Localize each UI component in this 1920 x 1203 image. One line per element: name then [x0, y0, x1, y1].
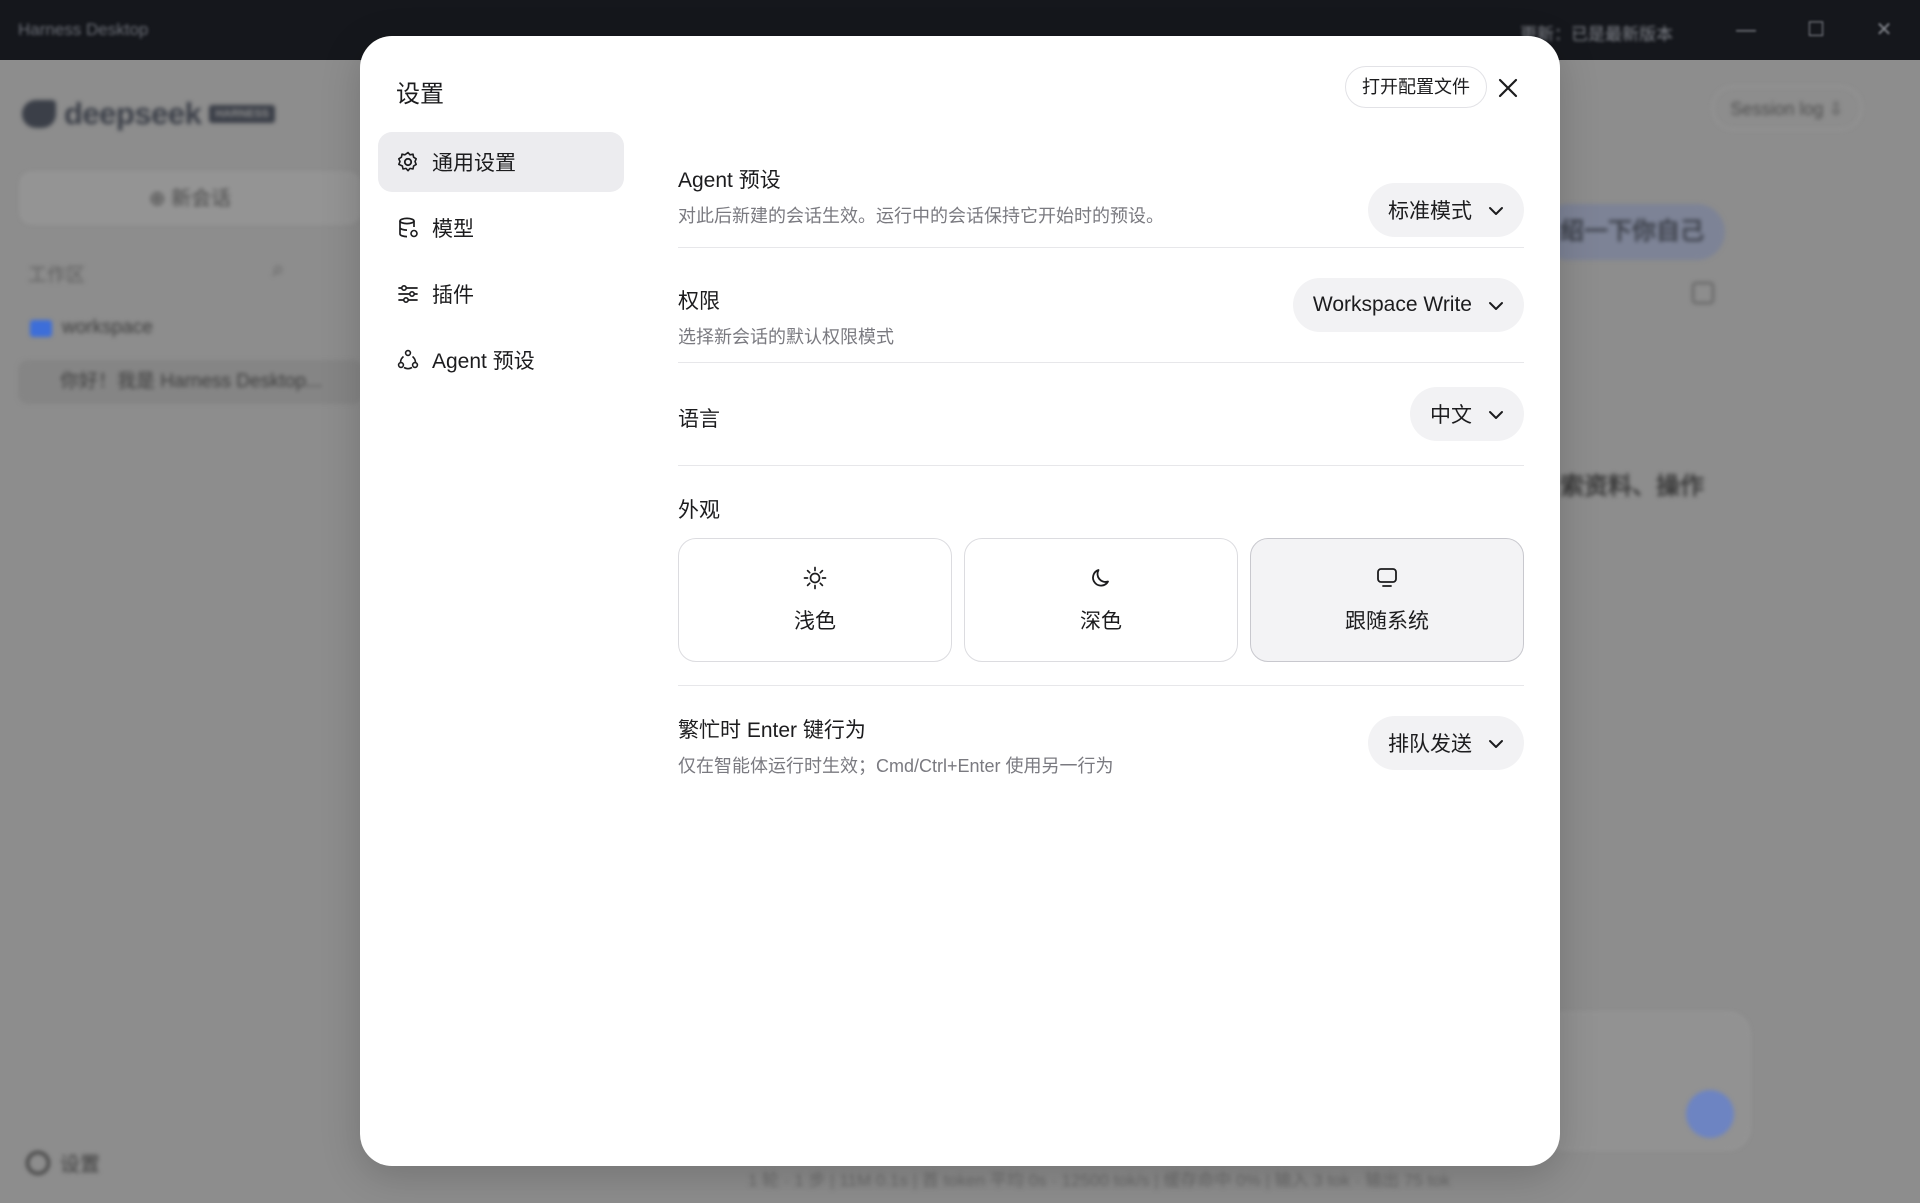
- brand-word: deepseek: [64, 96, 202, 131]
- close-icon[interactable]: [1492, 72, 1524, 104]
- new-chat-button: ⊕ 新会话: [20, 172, 360, 224]
- permissions-select[interactable]: Workspace Write: [1292, 278, 1524, 332]
- busy-enter-select[interactable]: 排队发送: [1368, 716, 1524, 770]
- database-icon: [396, 216, 420, 240]
- select-value: 排队发送: [1388, 733, 1472, 756]
- settings-modal: 设置 打开配置文件 通用设置 模型 插件 Agent 预设 Agent 预设 对…: [360, 36, 1560, 1166]
- setting-busy-enter: 繁忙时 Enter 键行为 仅在智能体运行时生效；Cmd/Ctrl+Enter …: [678, 686, 1524, 806]
- search-icon: ⌕: [272, 256, 285, 281]
- window-close-icon: ✕: [1875, 19, 1893, 41]
- brand-tag: HARNESS: [209, 105, 276, 123]
- setting-permissions: 权限 选择新会话的默认权限模式 Workspace Write: [678, 248, 1524, 363]
- gear-icon: [396, 150, 420, 174]
- agent-preset-select[interactable]: 标准模式: [1368, 183, 1524, 237]
- nav-item-general[interactable]: 通用设置: [378, 132, 624, 192]
- user-message-bubble: 绍一下你自己: [1540, 204, 1725, 260]
- sliders-icon: [396, 282, 420, 306]
- theme-option-label: 跟随系统: [1345, 610, 1429, 633]
- nav-item-label: 模型: [432, 218, 474, 241]
- session-log-button: Session log ⇩: [1712, 86, 1862, 130]
- settings-nav: 通用设置 模型 插件 Agent 预设: [378, 132, 624, 396]
- setting-agent-preset: Agent 预设 对此后新建的会话生效。运行中的会话保持它开始时的预设。 标准模…: [678, 132, 1524, 248]
- select-value: 中文: [1430, 404, 1472, 427]
- window-title: Harness Desktop: [18, 20, 149, 39]
- theme-dark-option[interactable]: 深色: [964, 538, 1238, 662]
- setting-appearance: 外观 浅色 深色 跟随系统: [678, 466, 1524, 686]
- chevron-down-icon: [1488, 731, 1504, 755]
- theme-system-option[interactable]: 跟随系统: [1250, 538, 1524, 662]
- gear-icon: [26, 1150, 50, 1175]
- nav-item-plugins[interactable]: 插件: [378, 264, 624, 324]
- setting-label: 外观: [678, 499, 720, 522]
- send-button: [1686, 1090, 1734, 1138]
- chevron-down-icon: [1488, 402, 1504, 426]
- whale-logo-icon: [22, 100, 56, 128]
- agent-nodes-icon: [396, 348, 420, 372]
- chevron-down-icon: [1488, 293, 1504, 317]
- theme-option-label: 浅色: [794, 610, 836, 633]
- theme-light-option[interactable]: 浅色: [678, 538, 952, 662]
- brand-logo: deepseek HARNESS: [22, 96, 276, 132]
- theme-options: 浅色 深色 跟随系统: [678, 538, 1524, 662]
- sidebar-settings-label: 设置: [60, 1154, 100, 1176]
- workspace-folder-label: workspace: [62, 317, 153, 338]
- open-config-file-button[interactable]: 打开配置文件: [1345, 66, 1487, 108]
- folder-icon: [30, 319, 52, 337]
- maximize-icon: ☐: [1807, 19, 1825, 41]
- sidebar-settings: 设置: [26, 1148, 100, 1177]
- setting-language: 语言 中文: [678, 363, 1524, 466]
- assistant-message-snippet: 索资料、操作: [1560, 473, 1704, 500]
- modal-title: 设置: [396, 81, 444, 108]
- nav-item-label: 插件: [432, 284, 474, 307]
- copy-icon: [1692, 282, 1714, 304]
- status-bar: 1 轮 · 1 步 | 11M 0.1s | 首 token 平均 0s · 1…: [748, 1171, 1451, 1190]
- language-select[interactable]: 中文: [1410, 387, 1524, 441]
- theme-option-label: 深色: [1080, 610, 1122, 633]
- settings-content: Agent 预设 对此后新建的会话生效。运行中的会话保持它开始时的预设。 标准模…: [678, 132, 1524, 806]
- sun-icon: [802, 565, 828, 597]
- nav-item-agent-presets[interactable]: Agent 预设: [378, 330, 624, 390]
- select-value: 标准模式: [1388, 200, 1472, 223]
- workspace-section-label: 工作区: [28, 265, 86, 286]
- minimize-icon: —: [1736, 19, 1756, 41]
- monitor-icon: [1374, 565, 1400, 597]
- setting-label: 语言: [678, 408, 720, 431]
- session-item: 你好！我是 Harness Desktop...: [18, 360, 363, 404]
- select-value: Workspace Write: [1312, 293, 1472, 316]
- chevron-down-icon: [1488, 198, 1504, 222]
- workspace-folder: workspace: [30, 317, 153, 339]
- nav-item-model[interactable]: 模型: [378, 198, 624, 258]
- moon-icon: [1088, 565, 1114, 597]
- nav-item-label: Agent 预设: [432, 350, 535, 373]
- nav-item-label: 通用设置: [432, 152, 516, 175]
